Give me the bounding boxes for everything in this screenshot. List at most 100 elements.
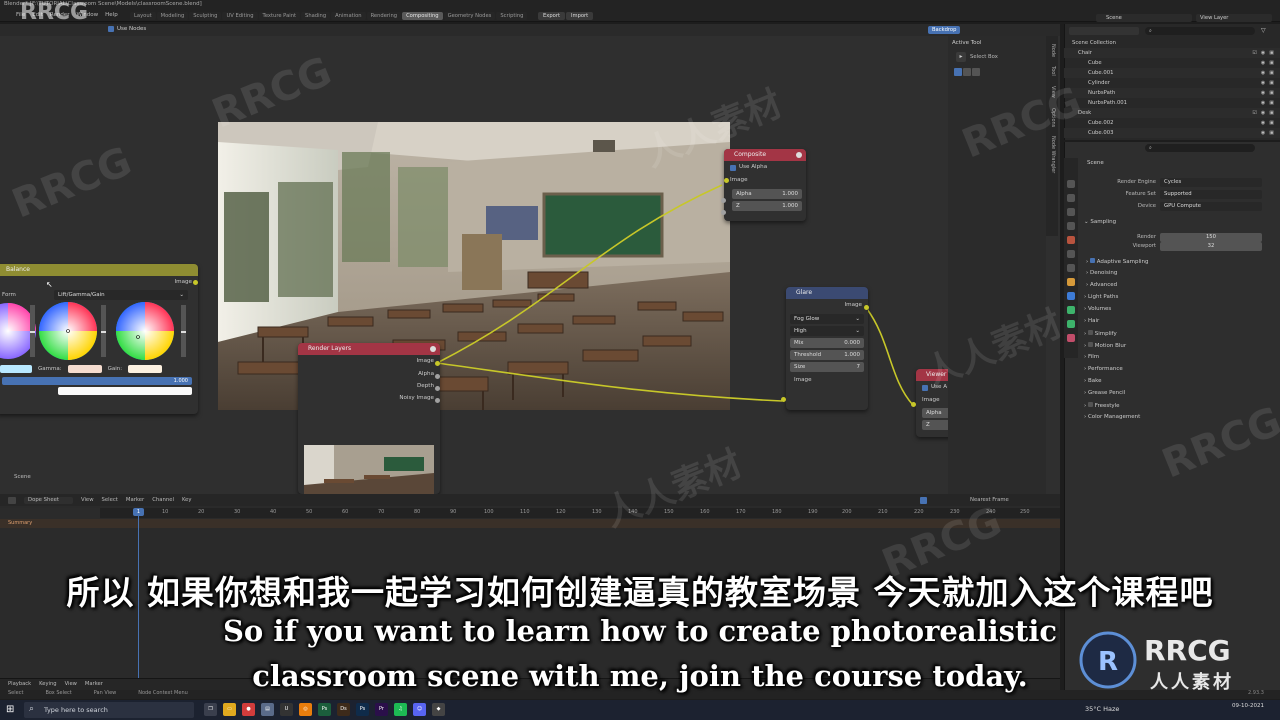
outliner-row[interactable]: NurbsPath ◉ ▣ — [1064, 88, 1280, 98]
windows-start-icon[interactable]: ⊞ — [6, 704, 14, 715]
task-view-icon[interactable]: ❐ — [204, 703, 217, 716]
snap-mode-dropdown[interactable]: Nearest Frame — [970, 497, 1009, 503]
alpha-input-socket[interactable] — [721, 198, 726, 203]
spotify-icon[interactable]: ♫ — [394, 703, 407, 716]
blender-icon[interactable]: ◎ — [299, 703, 312, 716]
painter-icon[interactable]: Ps — [318, 703, 331, 716]
photoshop-icon[interactable]: Ps — [356, 703, 369, 716]
glare-size-field[interactable]: Size 7 — [790, 362, 864, 372]
viewport-samples-field[interactable]: 32 — [1160, 242, 1262, 251]
physics-tab-icon[interactable] — [1067, 306, 1075, 314]
feature-set-dropdown[interactable]: Supported — [1160, 190, 1262, 199]
hair-panel[interactable]: › Hair — [1084, 318, 1099, 324]
advanced-panel[interactable]: › Advanced — [1086, 282, 1117, 288]
current-frame-indicator[interactable]: 1 — [133, 508, 144, 516]
output-socket[interactable] — [193, 280, 198, 285]
outliner-row[interactable]: NurbsPath.001 ◉ ▣ — [1064, 98, 1280, 108]
outliner-row[interactable]: Scene Collection — [1064, 38, 1280, 48]
performance-panel[interactable]: › Performance — [1084, 366, 1123, 372]
adaptive-sampling-panel[interactable]: › Adaptive Sampling — [1086, 258, 1149, 265]
composite-use-alpha[interactable]: Use Alpha — [724, 161, 806, 174]
render-samples-field[interactable]: 150 — [1160, 233, 1262, 242]
grease-pencil-panel[interactable]: › Grease Pencil — [1084, 390, 1125, 396]
dope-menu-channel[interactable]: Channel — [152, 497, 174, 504]
motion-blur-panel[interactable]: › Motion Blur — [1084, 342, 1126, 349]
freestyle-panel[interactable]: › Freestyle — [1084, 402, 1120, 409]
material-tab-icon[interactable] — [1067, 334, 1075, 342]
taskbar-search-input[interactable]: Type here to search — [24, 702, 194, 718]
glare-type-dropdown[interactable]: Fog Glow ⌄ — [790, 314, 864, 324]
denoising-panel[interactable]: › Denoising — [1086, 270, 1117, 276]
bake-panel[interactable]: › Bake — [1084, 378, 1101, 384]
premiere-icon[interactable]: Pr — [375, 703, 388, 716]
color-balance-header[interactable]: Balance — [0, 264, 198, 276]
properties-search-input[interactable]: ⌕ — [1145, 144, 1255, 152]
file-explorer-icon[interactable]: ▭ — [223, 703, 236, 716]
dope-menu-marker[interactable]: Marker — [126, 497, 144, 504]
outliner-row[interactable]: Chair ☑ ◉ ▣ — [1064, 48, 1280, 58]
world-tab-icon[interactable] — [1067, 250, 1075, 258]
viewer-use-alpha-checkbox[interactable] — [922, 384, 928, 391]
app-icon[interactable]: ◆ — [432, 703, 445, 716]
gain-swatch[interactable] — [128, 365, 163, 373]
volumes-panel[interactable]: › Volumes — [1084, 306, 1111, 312]
dope-frame-ruler[interactable]: 10 20 30 40 50 60 70 80 90 100 110 120 1… — [100, 508, 1060, 518]
composite-node[interactable]: Composite Use Alpha Image Alpha 1.000 Z … — [724, 149, 806, 221]
object-tab-icon[interactable] — [1067, 278, 1075, 286]
sampling-panel-header[interactable]: ⌄ Sampling — [1084, 219, 1116, 225]
outliner-row[interactable]: Cube.002 ◉ ▣ — [1064, 118, 1280, 128]
color-wheels[interactable] — [0, 301, 198, 363]
dope-mode-dropdown[interactable]: Dope Sheet — [24, 497, 73, 504]
dope-menu-select[interactable]: Select — [102, 497, 118, 504]
select-box-tool-icon[interactable]: ▸ — [956, 52, 966, 62]
folder-icon[interactable]: ▤ — [261, 703, 274, 716]
unreal-icon[interactable]: U — [280, 703, 293, 716]
rl-image-socket[interactable] — [435, 361, 440, 366]
outliner-search-input[interactable]: ⌕ — [1145, 27, 1255, 35]
rl-alpha-socket[interactable] — [435, 374, 440, 379]
color-management-panel[interactable]: › Color Management — [1084, 414, 1140, 420]
scene-selector[interactable]: Scene — [1096, 14, 1192, 22]
fac-slider[interactable]: 1.000 — [2, 377, 192, 385]
mode-subtract-icon[interactable] — [972, 68, 980, 76]
glare-mix-field[interactable]: Mix 0.000 — [790, 338, 864, 348]
glare-node[interactable]: Glare Image Fog Glow ⌄ High ⌄ Mix 0.000 Thr… — [786, 287, 868, 410]
device-dropdown[interactable]: GPU Compute — [1160, 202, 1262, 211]
tab-options[interactable]: Options — [1050, 108, 1056, 127]
output-tab-icon[interactable] — [1067, 208, 1075, 216]
rl-depth-socket[interactable] — [435, 386, 440, 391]
formula-dropdown[interactable]: Lift/Gamma/Gain ⌄ — [54, 290, 188, 300]
mode-extend-icon[interactable] — [963, 68, 971, 76]
use-alpha-checkbox[interactable] — [730, 164, 736, 171]
tab-tool[interactable]: Tool — [1050, 66, 1056, 76]
editor-type-icon[interactable] — [8, 497, 16, 504]
glare-header[interactable]: Glare — [786, 287, 868, 299]
rl-noisy-socket[interactable] — [435, 398, 440, 403]
mode-new-icon[interactable] — [954, 68, 962, 76]
tab-node-wrangler[interactable]: Node Wrangler — [1050, 136, 1056, 173]
constraints-tab-icon[interactable] — [1067, 320, 1075, 328]
composite-header[interactable]: Composite — [724, 149, 806, 161]
lift-swatch[interactable] — [0, 365, 32, 373]
render-layers-node[interactable]: Render Layers Image Alpha Depth Noisy Im… — [298, 343, 440, 494]
taskbar-clock[interactable]: 09-10-2021 — [1232, 702, 1264, 710]
viewer-image-socket[interactable] — [911, 402, 916, 407]
image-input-swatch[interactable] — [58, 387, 192, 395]
composite-z-field[interactable]: Z 1.000 — [732, 201, 802, 211]
render-engine-dropdown[interactable]: Cycles — [1160, 178, 1262, 187]
weather-widget[interactable]: 35°C Haze — [1085, 705, 1119, 713]
outliner-display-mode[interactable] — [1069, 27, 1139, 35]
designer-icon[interactable]: Ds — [337, 703, 350, 716]
tab-view[interactable]: View — [1050, 86, 1056, 98]
glare-output-socket[interactable] — [864, 305, 869, 310]
dope-menu-key[interactable]: Key — [182, 497, 192, 504]
dope-menu-view[interactable]: View — [81, 497, 94, 504]
gamma-swatch[interactable] — [67, 365, 102, 373]
glare-threshold-field[interactable]: Threshold 1.000 — [790, 350, 864, 360]
chrome-icon[interactable]: ● — [242, 703, 255, 716]
film-panel[interactable]: › Film — [1084, 354, 1099, 360]
view-layer-tab-icon[interactable] — [1067, 222, 1075, 230]
filter-icon[interactable]: ▽ — [1261, 27, 1266, 34]
glare-input-socket[interactable] — [781, 397, 786, 402]
outliner-row[interactable]: Cylinder ◉ ▣ — [1064, 78, 1280, 88]
